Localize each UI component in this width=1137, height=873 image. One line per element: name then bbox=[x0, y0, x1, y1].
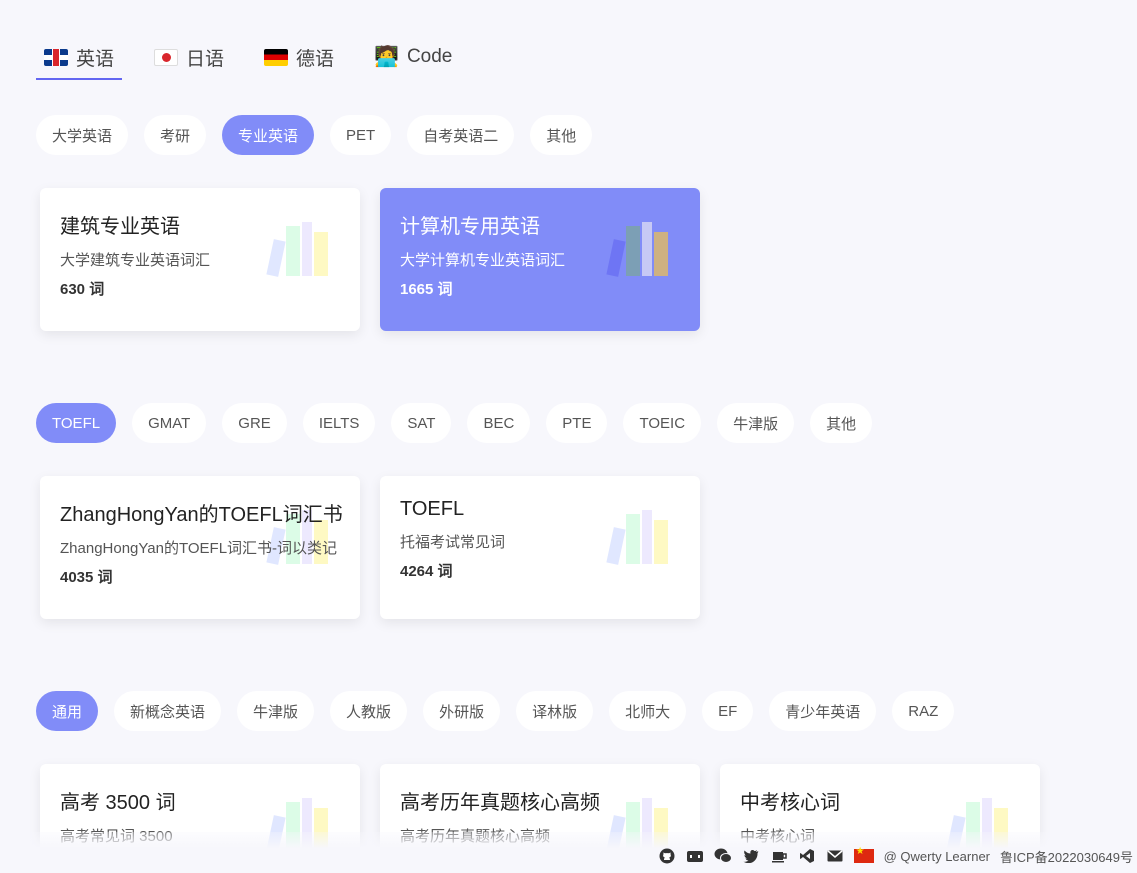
chip-gmat[interactable]: GMAT bbox=[132, 403, 207, 443]
dict-word-count: 630 词 bbox=[60, 281, 105, 298]
tab-label: 英语 bbox=[76, 48, 115, 70]
chip-oxford[interactable]: 牛津版 bbox=[717, 403, 795, 443]
dict-title: 高考 3500 词 bbox=[60, 792, 176, 814]
dict-card[interactable]: TOEFL 托福考试常见词 4264 词 bbox=[380, 476, 700, 619]
uk-flag-icon bbox=[44, 48, 68, 66]
dict-word-count: 4035 词 bbox=[60, 569, 113, 586]
tab-japanese[interactable]: 日语 bbox=[146, 44, 232, 80]
tab-code[interactable]: 🧑‍💻 Code bbox=[366, 44, 460, 80]
dict-description: ZhangHongYan的TOEFL词汇书-词以类记 bbox=[60, 540, 338, 557]
dict-card[interactable]: 高考 3500 词 高考常见词 3500 bbox=[40, 764, 360, 873]
chip-professional-english[interactable]: 专业英语 bbox=[222, 115, 315, 155]
chip-gre[interactable]: GRE bbox=[222, 403, 287, 443]
tab-label: 日语 bbox=[186, 48, 225, 70]
dict-description: 托福考试常见词 bbox=[400, 534, 506, 551]
chip-fltrp[interactable]: 外研版 bbox=[423, 691, 501, 731]
footer-credit[interactable]: @ Qwerty Learner bbox=[884, 849, 990, 864]
dict-description: 中考核心词 bbox=[740, 828, 816, 845]
github-icon[interactable] bbox=[658, 848, 676, 864]
chip-ef[interactable]: EF bbox=[702, 691, 754, 731]
chip-toefl[interactable]: TOEFL bbox=[36, 403, 117, 443]
dict-description: 大学建筑专业英语词汇 bbox=[60, 252, 211, 269]
footer-icp[interactable]: 鲁ICP备2022030649号 bbox=[1000, 847, 1133, 866]
dict-description: 高考历年真题核心高频 bbox=[400, 828, 551, 845]
mail-icon[interactable] bbox=[826, 848, 844, 864]
dict-description: 大学计算机专业英语词汇 bbox=[400, 252, 566, 269]
dict-title: TOEFL bbox=[400, 498, 465, 520]
dict-card[interactable]: ZhangHongYan的TOEFL词汇书 ZhangHongYan的TOEFL… bbox=[40, 476, 360, 619]
chip-general[interactable]: 通用 bbox=[36, 691, 99, 731]
dict-title: 高考历年真题核心高频 bbox=[400, 792, 600, 814]
chip-university-english[interactable]: 大学英语 bbox=[36, 115, 129, 155]
chip-oxford[interactable]: 牛津版 bbox=[237, 691, 315, 731]
tab-label: Code bbox=[406, 46, 453, 67]
coder-icon: 🧑‍💻 bbox=[374, 46, 399, 68]
chip-other[interactable]: 其他 bbox=[810, 403, 873, 443]
tab-german[interactable]: 德语 bbox=[256, 44, 342, 80]
dict-word-count: 4264 词 bbox=[400, 563, 453, 580]
china-flag-icon bbox=[853, 846, 874, 863]
chip-other[interactable]: 其他 bbox=[530, 115, 593, 155]
chip-ielts[interactable]: IELTS bbox=[302, 403, 376, 443]
chip-self-study-english[interactable]: 自考英语二 bbox=[407, 115, 515, 155]
dict-description: 高考常见词 3500 bbox=[60, 828, 173, 845]
dict-card[interactable]: 高考历年真题核心高频 高考历年真题核心高频 bbox=[380, 764, 700, 873]
chip-raz[interactable]: RAZ bbox=[892, 691, 955, 731]
dict-title: 建筑专业英语 bbox=[60, 216, 180, 238]
bilibili-icon[interactable] bbox=[686, 848, 704, 864]
vscode-icon[interactable] bbox=[798, 848, 816, 864]
tab-label: 德语 bbox=[296, 48, 335, 70]
dict-word-count: 1665 词 bbox=[400, 281, 453, 298]
chip-kaoyan[interactable]: 考研 bbox=[144, 115, 207, 155]
twitter-icon[interactable] bbox=[742, 848, 760, 864]
dict-title: ZhangHongYan的TOEFL词汇书 bbox=[60, 504, 343, 526]
chip-pte[interactable]: PTE bbox=[546, 403, 608, 443]
chip-yilin[interactable]: 译林版 bbox=[516, 691, 594, 731]
wechat-icon[interactable] bbox=[714, 848, 732, 864]
chip-youth-english[interactable]: 青少年英语 bbox=[769, 691, 877, 731]
category-chips-general: 通用 新概念英语 牛津版 人教版 外研版 译林版 北师大 EF 青少年英语 RA… bbox=[36, 691, 955, 731]
dict-title: 中考核心词 bbox=[740, 792, 840, 814]
chip-new-concept[interactable]: 新概念英语 bbox=[114, 691, 222, 731]
chip-toeic[interactable]: TOEIC bbox=[623, 403, 702, 443]
coffee-icon[interactable] bbox=[770, 848, 788, 864]
language-tabs: 英语 日语 德语 🧑‍💻 Code bbox=[36, 44, 460, 80]
chip-pet[interactable]: PET bbox=[330, 115, 392, 155]
category-chips-exams: TOEFL GMAT GRE IELTS SAT BEC PTE TOEIC 牛… bbox=[36, 403, 873, 443]
dict-title: 计算机专用英语 bbox=[400, 216, 540, 238]
chip-sat[interactable]: SAT bbox=[391, 403, 452, 443]
tab-english[interactable]: 英语 bbox=[36, 44, 123, 80]
footer: @ Qwerty Learner 鲁ICP备2022030649号 bbox=[658, 845, 1137, 867]
dict-card-selected[interactable]: 计算机专用英语 大学计算机专业英语词汇 1665 词 bbox=[380, 188, 700, 331]
chip-bec[interactable]: BEC bbox=[467, 403, 531, 443]
dict-card[interactable]: 建筑专业英语 大学建筑专业英语词汇 630 词 bbox=[40, 188, 360, 331]
chip-pep[interactable]: 人教版 bbox=[330, 691, 408, 731]
germany-flag-icon bbox=[264, 48, 289, 66]
japan-flag-icon bbox=[154, 48, 179, 66]
category-chips-university: 大学英语 考研 专业英语 PET 自考英语二 其他 bbox=[36, 115, 593, 155]
chip-bnu[interactable]: 北师大 bbox=[609, 691, 687, 731]
